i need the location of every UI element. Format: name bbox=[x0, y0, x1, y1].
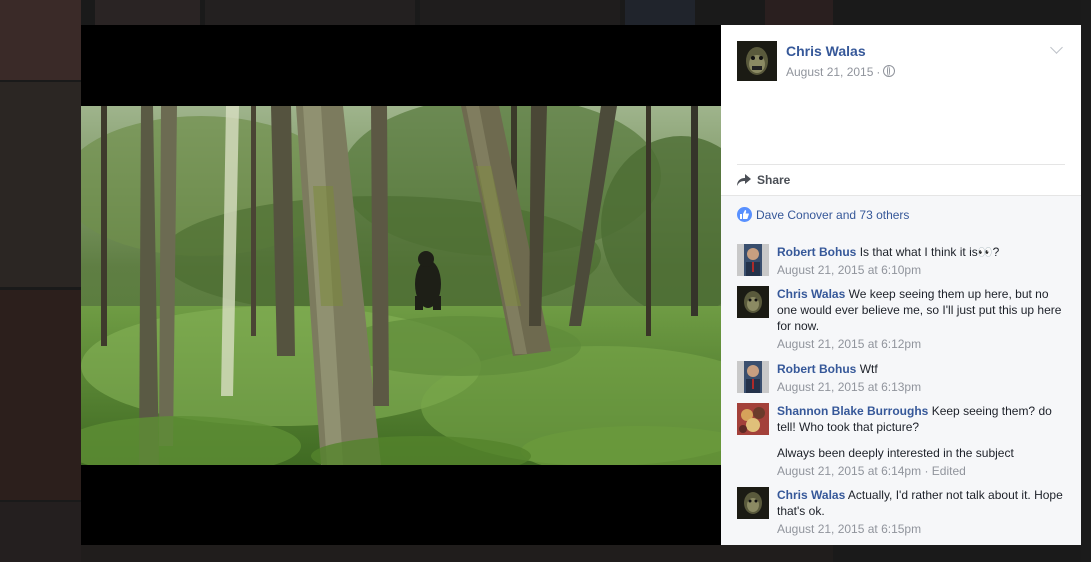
globe-icon bbox=[883, 65, 896, 77]
divider bbox=[737, 164, 1065, 165]
post-date-row: August 21, 2015 · bbox=[786, 65, 896, 79]
comment-body: Chris Walas Actually, I'd rather not tal… bbox=[777, 487, 1065, 537]
likes-summary[interactable]: Dave Conover and 73 others bbox=[737, 207, 909, 222]
comment-timestamp[interactable]: August 21, 2015 at 6:14pm bbox=[777, 464, 921, 478]
comment-timestamp[interactable]: August 21, 2015 at 6:15pm bbox=[777, 521, 1065, 537]
comment-followup-text: Always been deeply interested in the sub… bbox=[777, 446, 1014, 460]
commenter-name[interactable]: Chris Walas bbox=[777, 488, 845, 502]
background-tile bbox=[0, 502, 81, 562]
comment-timestamp[interactable]: August 21, 2015 at 6:10pm bbox=[777, 262, 1065, 278]
comment-meta: August 21, 2015 at 6:14pm · Edited bbox=[777, 463, 1065, 479]
background-tile bbox=[0, 82, 81, 287]
comment-body: Shannon Blake Burroughs Keep seeing them… bbox=[777, 403, 1065, 479]
likes-text: Dave Conover and 73 others bbox=[756, 207, 910, 222]
commenter-name[interactable]: Robert Bohus bbox=[777, 245, 856, 259]
post-date[interactable]: August 21, 2015 bbox=[786, 65, 873, 79]
background-tile bbox=[0, 0, 81, 80]
share-label: Share bbox=[757, 173, 791, 187]
share-button[interactable]: Share bbox=[737, 173, 790, 187]
post-author-name[interactable]: Chris Walas bbox=[786, 43, 866, 59]
date-separator: · bbox=[876, 65, 881, 79]
commenter-avatar[interactable] bbox=[737, 487, 769, 519]
edited-label[interactable]: · Edited bbox=[924, 464, 965, 478]
comment-text: Is that what I think it is👀? bbox=[859, 245, 1000, 259]
comment-item: Robert Bohus Wtf August 21, 2015 at 6:13… bbox=[737, 361, 1065, 401]
forest-photo bbox=[81, 106, 721, 465]
comment-body: Robert Bohus Is that what I think it is👀… bbox=[777, 244, 1065, 278]
comment-timestamp[interactable]: August 21, 2015 at 6:13pm bbox=[777, 379, 1065, 395]
comment-text: Wtf bbox=[859, 362, 878, 376]
comment-item: Chris Walas Actually, I'd rather not tal… bbox=[737, 487, 1065, 542]
commenter-name[interactable]: Robert Bohus bbox=[777, 362, 856, 376]
commenter-name[interactable]: Shannon Blake Burroughs bbox=[777, 404, 928, 418]
background-tile bbox=[95, 0, 200, 25]
author-avatar[interactable] bbox=[737, 41, 777, 81]
comments-area: Dave Conover and 73 others Robert Bohus … bbox=[721, 195, 1081, 545]
background-tile bbox=[420, 0, 620, 25]
background-tile bbox=[205, 0, 415, 25]
chevron-down-icon[interactable] bbox=[1050, 41, 1063, 54]
comment-item: Shannon Blake Burroughs Keep seeing them… bbox=[737, 403, 1065, 483]
commenter-avatar[interactable] bbox=[737, 403, 769, 435]
comment-item: Chris Walas We keep seeing them up here,… bbox=[737, 286, 1065, 356]
background-tile bbox=[625, 0, 695, 25]
post-side-panel: Chris Walas August 21, 2015 · Share Dave … bbox=[721, 25, 1081, 545]
post-photo[interactable] bbox=[81, 106, 721, 465]
commenter-avatar[interactable] bbox=[737, 244, 769, 276]
comment-body: Chris Walas We keep seeing them up here,… bbox=[777, 286, 1065, 352]
commenter-name[interactable]: Chris Walas bbox=[777, 287, 845, 301]
commenter-avatar[interactable] bbox=[737, 361, 769, 393]
background-tile bbox=[765, 0, 833, 25]
background-tile bbox=[81, 545, 833, 562]
commenter-avatar[interactable] bbox=[737, 286, 769, 318]
background-tile bbox=[0, 290, 81, 500]
comment-timestamp[interactable]: August 21, 2015 at 6:12pm bbox=[777, 336, 1065, 352]
background-tile bbox=[1081, 0, 1091, 562]
share-icon bbox=[737, 174, 751, 186]
thumbs-up-icon bbox=[737, 207, 752, 222]
comment-item: Robert Bohus Is that what I think it is👀… bbox=[737, 244, 1065, 284]
comment-body: Robert Bohus Wtf August 21, 2015 at 6:13… bbox=[777, 361, 1065, 395]
